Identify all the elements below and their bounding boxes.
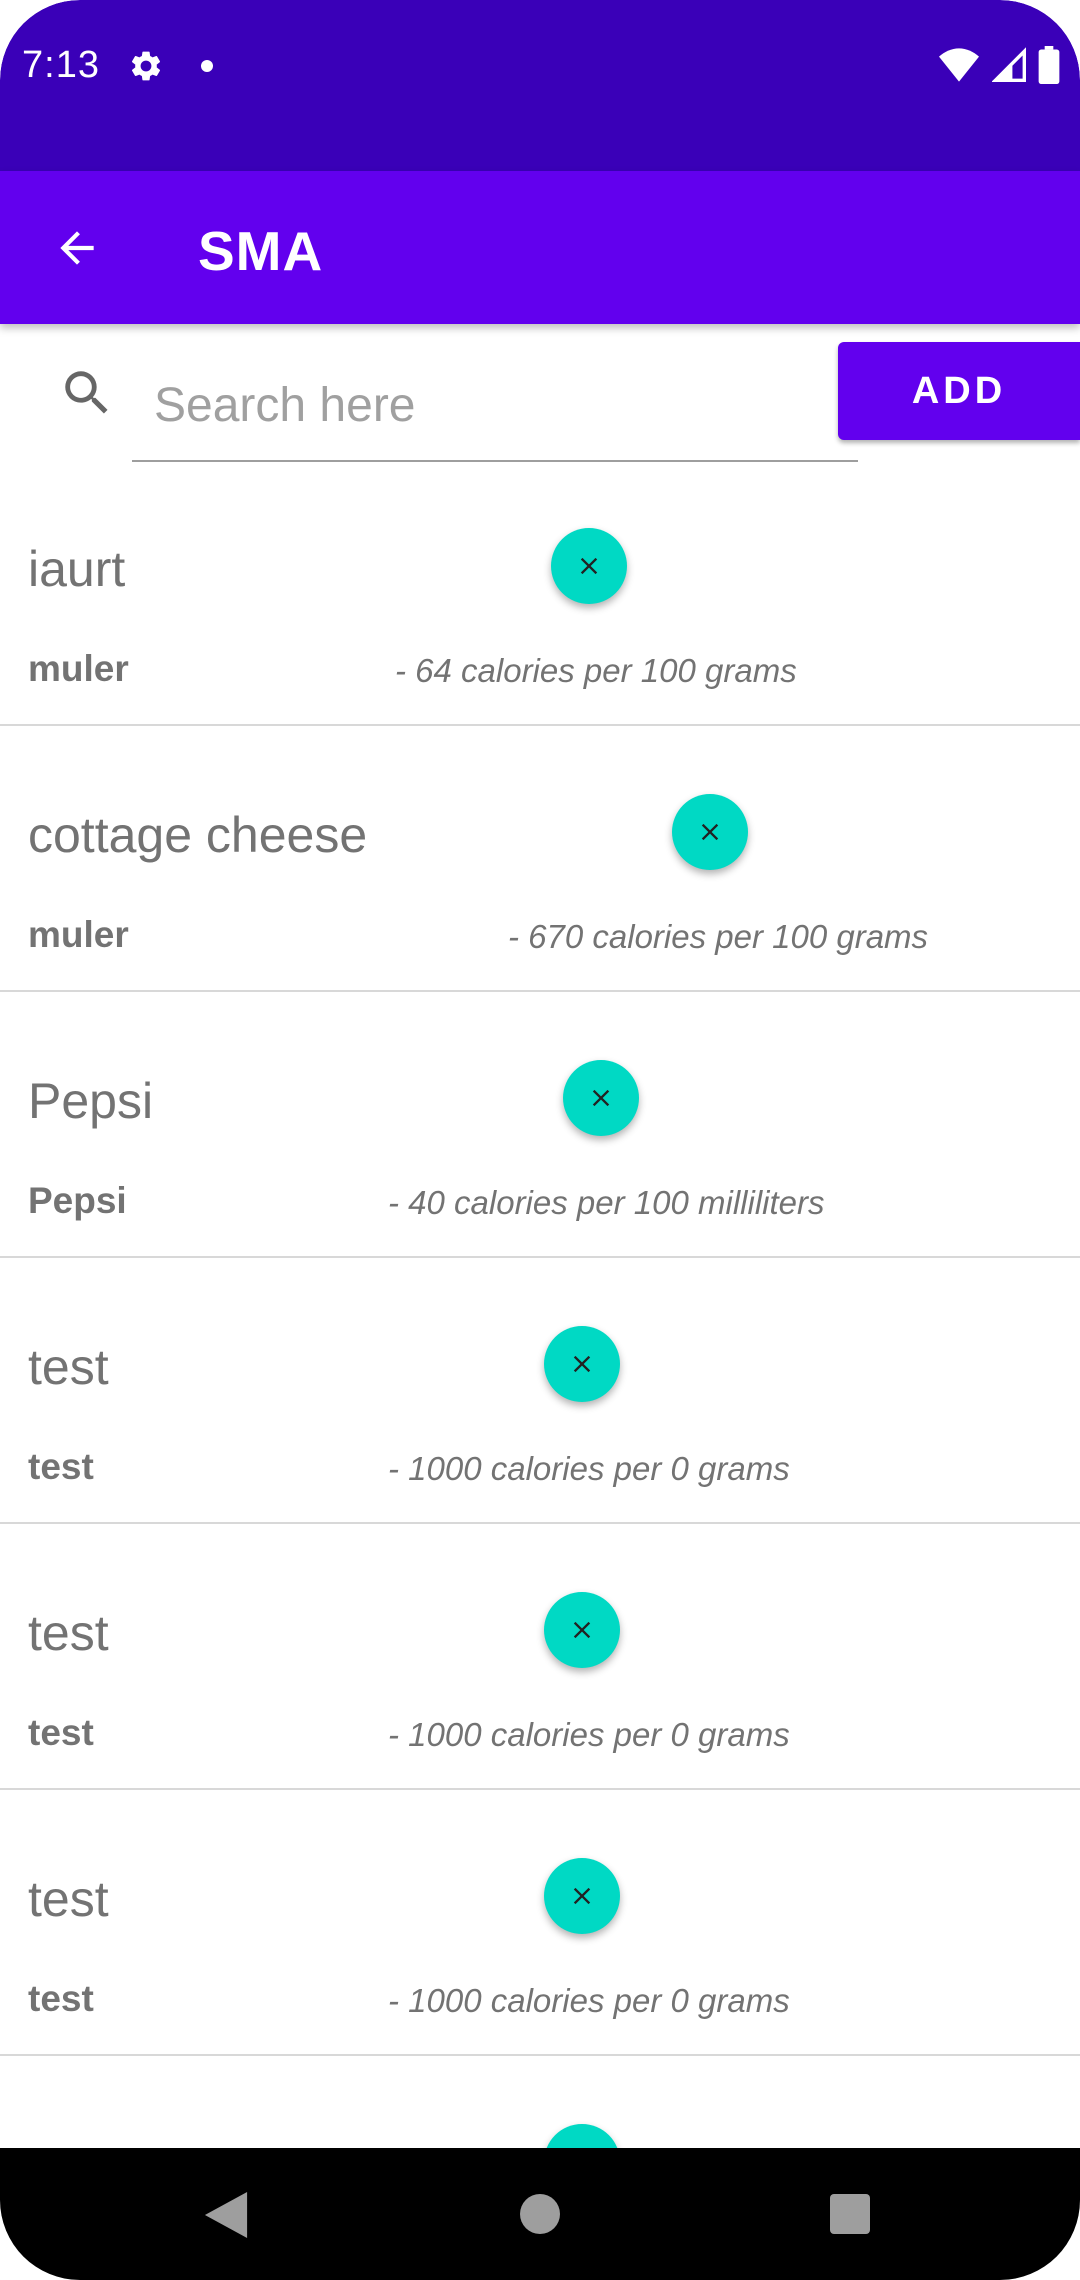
food-name: test — [28, 1339, 109, 1395]
delete-button[interactable] — [544, 1858, 620, 1934]
phone-screen: 7:13 SMA ADD — [0, 0, 1080, 2280]
food-calories: - 40 calories per 100 milliliters — [388, 1184, 825, 1221]
cellular-signal-icon — [991, 47, 1026, 82]
close-icon — [701, 823, 719, 841]
delete-button[interactable] — [544, 1326, 620, 1402]
food-brand: test — [28, 1978, 94, 2019]
food-name: iaurt — [28, 541, 126, 597]
status-bar: 7:13 — [0, 0, 1080, 171]
app-bar: SMA — [0, 171, 1080, 324]
food-brand: test — [28, 1446, 94, 1487]
list-item[interactable]: cottage cheese muler - 670 calories per … — [0, 726, 1080, 992]
status-icons — [931, 46, 1060, 86]
search-icon — [65, 371, 108, 414]
food-list[interactable]: iaurt muler - 64 calories per 100 grams … — [0, 460, 1080, 2148]
status-time: 7:13 — [22, 44, 100, 86]
food-calories: - 1000 calories per 0 grams — [388, 1982, 790, 2019]
close-icon — [592, 1089, 610, 1107]
list-item[interactable]: test test - 1000 calories per 0 grams — [0, 1258, 1080, 1524]
wifi-icon — [939, 48, 980, 82]
list-item[interactable]: iaurt muler - 64 calories per 100 grams — [0, 460, 1080, 726]
food-calories: - 1000 calories per 0 grams — [388, 1450, 790, 1487]
close-icon — [573, 1621, 591, 1639]
delete-button[interactable] — [551, 528, 627, 604]
nav-back-icon[interactable] — [204, 2192, 248, 2238]
back-button[interactable] — [40, 211, 114, 285]
close-icon — [573, 1887, 591, 1905]
food-brand: test — [28, 1712, 94, 1753]
list-item[interactable]: Pepsi Pepsi - 40 calories per 100 millil… — [0, 992, 1080, 1258]
food-brand: muler — [28, 648, 129, 689]
food-name: test — [28, 1871, 109, 1927]
food-calories: - 1000 calories per 0 grams — [388, 1716, 790, 1753]
food-calories: - 670 calories per 100 grams — [508, 918, 929, 955]
add-button[interactable]: ADD — [838, 342, 1080, 440]
list-item[interactable]: test test - 1000 calories per 0 grams — [0, 1790, 1080, 2056]
search-input[interactable] — [132, 350, 858, 462]
nav-recents-icon[interactable] — [830, 2194, 870, 2234]
close-icon — [573, 1355, 591, 1373]
food-name: cottage cheese — [28, 807, 368, 863]
food-name: test — [28, 1605, 109, 1661]
food-brand: muler — [28, 914, 129, 955]
close-icon — [580, 557, 598, 575]
food-name: Pepsi — [28, 1073, 154, 1129]
notification-dot-icon — [201, 60, 213, 72]
delete-button[interactable] — [563, 1060, 639, 1136]
delete-button[interactable] — [544, 2124, 620, 2148]
settings-gear-icon — [131, 51, 161, 81]
food-calories: - 64 calories per 100 grams — [395, 652, 797, 689]
delete-button[interactable] — [672, 794, 748, 870]
battery-icon — [1038, 46, 1060, 84]
navigation-bar — [0, 2148, 1080, 2280]
nav-home-icon[interactable] — [520, 2194, 560, 2234]
list-item[interactable] — [0, 2056, 1080, 2148]
delete-button[interactable] — [544, 1592, 620, 1668]
list-item[interactable]: test test - 1000 calories per 0 grams — [0, 1524, 1080, 1790]
arrow-back-icon — [60, 231, 94, 265]
app-title: SMA — [198, 220, 324, 282]
food-brand: Pepsi — [28, 1180, 127, 1221]
